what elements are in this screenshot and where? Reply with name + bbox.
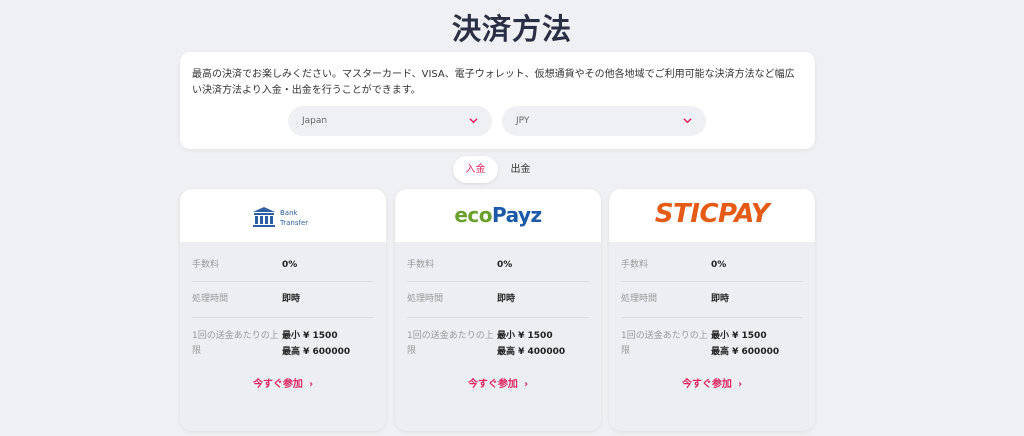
bank-icon	[253, 207, 275, 227]
processing-label: 処理時間	[407, 294, 444, 304]
logo-line: Transfer	[280, 219, 309, 227]
payment-card-sticpay: STICPAY 手数料 0% 処理時間 即時 1回の送金あたりの上限 最小 ¥ …	[609, 189, 815, 431]
card-logo-area: ecoPayz	[395, 189, 601, 242]
processing-label: 処理時間	[621, 294, 658, 304]
divider	[407, 317, 589, 318]
card-logo-area: Bank Transfer	[180, 189, 386, 242]
limit-label: 1回の送金あたりの上限	[407, 331, 494, 356]
logo-line: Bank	[280, 209, 298, 217]
fee-label: 手数料	[407, 260, 435, 270]
processing-label: 処理時間	[192, 294, 229, 304]
limit-label: 1回の送金あたりの上限	[192, 331, 279, 356]
join-now-label: 今すぐ参加	[681, 379, 732, 390]
country-select[interactable]: Japan	[288, 106, 492, 136]
divider	[192, 281, 374, 282]
processing-value: 即時	[282, 294, 301, 304]
logo-part: eco	[454, 203, 492, 227]
join-now-link[interactable]: 今すぐ参加 ›	[609, 375, 815, 390]
divider	[192, 317, 374, 318]
limit-min-value: 最小 ¥ 1500	[711, 331, 767, 341]
payment-card-ecopayz: ecoPayz 手数料 0% 処理時間 即時 1回の送金あたりの上限 最小 ¥ …	[395, 189, 601, 431]
processing-value: 即時	[497, 294, 516, 304]
page-title: 決済方法	[451, 12, 572, 46]
limit-label: 1回の送金あたりの上限	[621, 331, 708, 356]
tab-withdraw[interactable]: 出金	[498, 156, 543, 183]
sticpay-logo: STICPAY	[654, 199, 770, 229]
limit-min-value: 最小 ¥ 1500	[282, 331, 338, 341]
fee-label: 手数料	[192, 260, 220, 270]
fee-label: 手数料	[621, 260, 649, 270]
join-now-label: 今すぐ参加	[252, 379, 303, 390]
chevron-down-icon	[469, 118, 478, 124]
payment-card-bank-transfer: Bank Transfer 手数料 0% 処理時間 即時 1回の送金あたりの上限…	[180, 189, 386, 431]
processing-value: 即時	[711, 294, 730, 304]
join-now-link[interactable]: 今すぐ参加 ›	[395, 375, 601, 390]
divider	[407, 281, 589, 282]
limit-min-value: 最小 ¥ 1500	[497, 331, 553, 341]
chevron-right-icon: ›	[523, 379, 529, 390]
currency-select[interactable]: JPY	[502, 106, 706, 136]
limit-max-value: 最高 ¥ 600000	[711, 347, 780, 357]
country-select-value: Japan	[302, 116, 328, 126]
fee-value: 0%	[497, 260, 513, 270]
join-now-label: 今すぐ参加	[467, 379, 518, 390]
chevron-down-icon	[683, 118, 692, 124]
chevron-right-icon: ›	[737, 379, 743, 390]
join-now-link[interactable]: 今すぐ参加 ›	[180, 375, 386, 390]
currency-select-value: JPY	[516, 116, 530, 126]
ecopayz-logo: ecoPayz	[395, 203, 601, 227]
logo-part: Payz	[491, 203, 542, 227]
tab-deposit[interactable]: 入金	[453, 156, 498, 183]
limit-max-value: 最高 ¥ 600000	[282, 347, 351, 357]
bank-transfer-logo-text: Bank Transfer	[280, 208, 330, 228]
divider	[621, 281, 803, 282]
fee-value: 0%	[711, 260, 727, 270]
deposit-withdraw-toggle: 入金 出金	[453, 156, 543, 183]
fee-value: 0%	[282, 260, 298, 270]
chevron-right-icon: ›	[308, 379, 314, 390]
bank-transfer-logo: Bank Transfer	[252, 206, 308, 232]
limit-max-value: 最高 ¥ 400000	[497, 347, 566, 357]
page-description: 最高の決済でお楽しみください。マスターカード、VISA、電子ウォレット、仮想通貨…	[192, 69, 795, 96]
filter-panel: 最高の決済でお楽しみください。マスターカード、VISA、電子ウォレット、仮想通貨…	[180, 52, 815, 149]
card-logo-area: STICPAY	[609, 189, 815, 242]
divider	[621, 317, 803, 318]
